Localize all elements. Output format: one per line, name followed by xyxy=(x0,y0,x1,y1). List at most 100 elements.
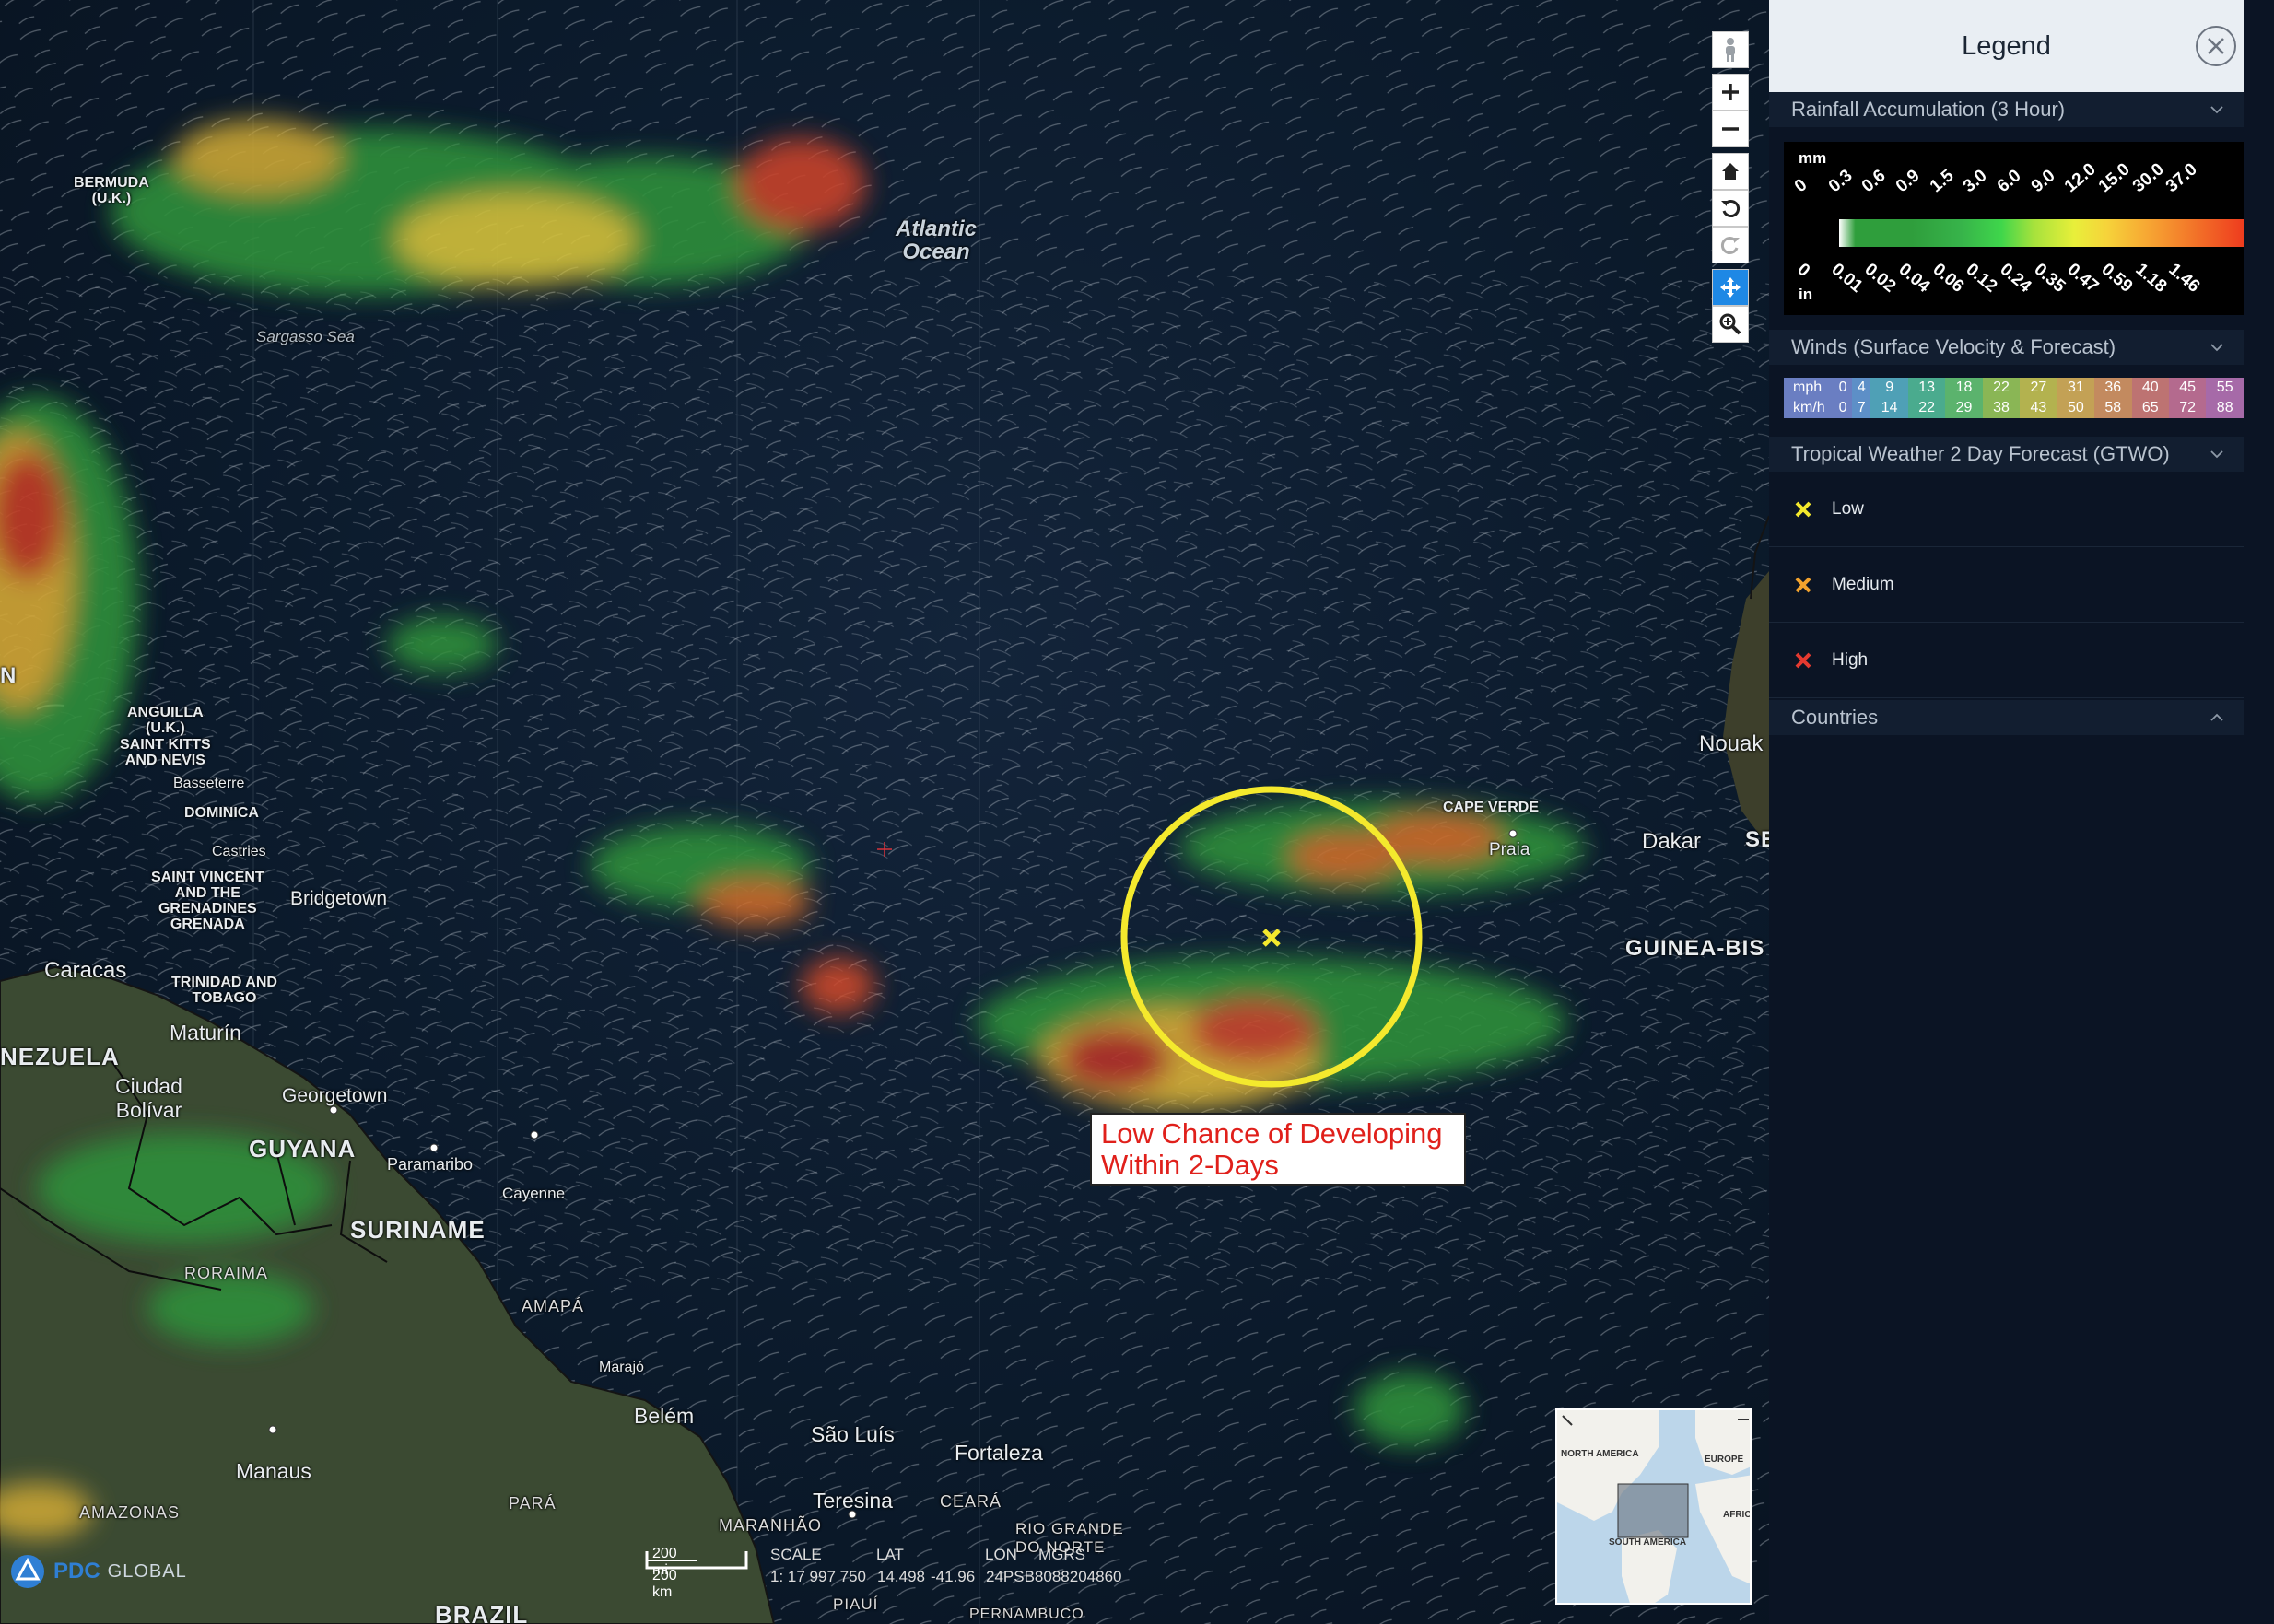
map-label-saint-vincent: SAINT VINCENT AND THE GRENADINES GRENADA xyxy=(151,870,264,932)
rainfall-mm-tick: 0 xyxy=(1790,175,1811,197)
map-label-marajo: Marajó xyxy=(599,1360,644,1375)
map-label-maranhao: MARANHÃO xyxy=(719,1516,823,1535)
rainfall-in-tick: 0 xyxy=(1793,260,1814,281)
map-view[interactable]: Atlantic Ocean BERMUDA (U.K.) Sargasso Se… xyxy=(0,0,1769,1624)
map-label-cayenne: Cayenne xyxy=(502,1185,566,1202)
forecast-annotation: Low Chance of Developing Within 2-Days xyxy=(1090,1113,1466,1186)
wind-mph-cell: 36 xyxy=(2094,378,2132,398)
wind-mph-cell: 55 xyxy=(2206,378,2244,398)
scale-value: 1: 17 997 750 xyxy=(770,1568,866,1585)
map-label-ciudad-bolivar: Ciudad Bolívar xyxy=(115,1074,182,1122)
annotation-line-2: Within 2-Days xyxy=(1101,1149,1279,1181)
zoom-out-icon[interactable] xyxy=(1712,111,1749,147)
home-icon[interactable] xyxy=(1712,153,1749,190)
map-label-sargasso: Sargasso Sea xyxy=(256,328,355,345)
chevron-down-icon xyxy=(2210,344,2223,352)
minimap-label-africa: AFRICA xyxy=(1723,1510,1752,1520)
map-label-suriname: SURINAME xyxy=(350,1216,486,1244)
pegman-icon[interactable] xyxy=(1712,31,1749,68)
x-marker-icon xyxy=(1795,501,1811,517)
map-label-edge: N xyxy=(0,663,18,688)
map-label-piaui: PIAUÍ xyxy=(833,1595,879,1613)
map-label-dominica: DOMINICA xyxy=(184,805,259,821)
wind-kmh-cell: 65 xyxy=(2131,398,2169,418)
rainfall-mm-tick: 6.0 xyxy=(1993,166,2025,197)
map-label-caracas: Caracas xyxy=(44,958,127,983)
minimap-label-sa: SOUTH AMERICA xyxy=(1609,1537,1687,1548)
map-label-guyana: GUYANA xyxy=(249,1135,357,1163)
section-gtwo-header[interactable]: Tropical Weather 2 Day Forecast (GTWO) xyxy=(1769,437,2244,472)
lat-label: LAT xyxy=(876,1546,904,1563)
rainfall-in-tick: 0.02 xyxy=(1860,260,1900,297)
rainfall-mm-tick: 0.6 xyxy=(1858,166,1890,197)
rainfall-in-tick: 0.01 xyxy=(1827,260,1866,297)
rotate-left-icon[interactable] xyxy=(1712,190,1749,227)
map-label-teresina: Teresina xyxy=(813,1489,893,1513)
rainfall-gradient-bar xyxy=(1839,219,2244,247)
rainfall-in-tick: 0.12 xyxy=(1962,260,2001,297)
map-label-guinea-bissau: GUINEA-BIS xyxy=(1625,936,1765,961)
map-label-para: PARÁ xyxy=(509,1494,557,1513)
gtwo-label-medium: Medium xyxy=(1832,574,1894,594)
section-countries-header[interactable]: Countries xyxy=(1769,700,2244,735)
wind-kmh-row: km/h 0 7 14 22 29 38 43 50 58 65 72 88 xyxy=(1784,398,2244,418)
rainfall-color-scale: mm in 0 0.3 0.6 0.9 1.5 3.0 6.0 9.0 12.0 15.0 30.0… xyxy=(1784,142,2244,315)
gtwo-item-low: Low xyxy=(1769,472,2244,547)
wind-mph-cell: 40 xyxy=(2131,378,2169,398)
rainfall-in-tick: 0.59 xyxy=(2097,260,2137,297)
pdc-logo-icon xyxy=(11,1555,44,1588)
x-marker-icon xyxy=(1795,577,1811,592)
close-legend-button[interactable] xyxy=(2196,26,2236,66)
map-label-nouakchott: Nouak xyxy=(1699,731,1764,756)
rainfall-in-tick: 0.35 xyxy=(2030,260,2069,297)
map-label-maturin: Maturín xyxy=(170,1021,241,1045)
overview-minimap[interactable]: NORTH AMERICA EUROPE AFRICA SOUTH AMERIC… xyxy=(1555,1408,1752,1605)
map-toolbar xyxy=(1712,31,1749,343)
pan-icon[interactable] xyxy=(1712,269,1749,306)
minimap-label-europe: EUROPE xyxy=(1705,1455,1744,1465)
rainfall-in-tick: 1.18 xyxy=(2131,260,2170,297)
rainfall-in-tick: 0.47 xyxy=(2063,260,2103,297)
rainfall-mm-tick: 12.0 xyxy=(2061,159,2101,197)
wind-kmh-cell: 43 xyxy=(2020,398,2057,418)
wind-kmh-cell: 22 xyxy=(1907,398,1946,418)
wind-mph-cell: 0 xyxy=(1834,378,1853,398)
wind-mph-cell: 45 xyxy=(2168,378,2207,398)
wind-mph-cell: 18 xyxy=(1945,378,1983,398)
map-label-manaus: Manaus xyxy=(236,1459,311,1483)
map-label-saint-kitts: SAINT KITTS AND NEVIS xyxy=(120,737,211,768)
section-rainfall-title: Rainfall Accumulation (3 Hour) xyxy=(1791,98,2066,121)
map-label-pernambuco: PERNAMBUCO xyxy=(969,1606,1084,1622)
map-label-castries: Castries xyxy=(212,844,266,859)
map-label-fortaleza: Fortaleza xyxy=(955,1441,1043,1465)
map-label-senegal: SE xyxy=(1745,827,1769,852)
wind-kmh-cell: 38 xyxy=(1982,398,2021,418)
wind-mph-cell: 4 xyxy=(1852,378,1871,398)
section-rainfall-header[interactable]: Rainfall Accumulation (3 Hour) xyxy=(1769,92,2244,127)
wind-mph-cell: 27 xyxy=(2020,378,2057,398)
rotate-right-icon[interactable] xyxy=(1712,227,1749,263)
ocean-label: Atlantic Ocean xyxy=(896,216,978,264)
map-label-basseterre: Basseterre xyxy=(173,776,245,791)
legend-body: Rainfall Accumulation (3 Hour) mm in 0 0.… xyxy=(1769,92,2244,735)
brand-sub: GLOBAL xyxy=(107,1560,187,1582)
lon-value: -41.96 xyxy=(931,1568,976,1585)
gtwo-label-low: Low xyxy=(1832,498,1864,519)
section-winds-header[interactable]: Winds (Surface Velocity & Forecast) xyxy=(1769,330,2244,365)
wind-kmh-cell: 7 xyxy=(1852,398,1871,418)
map-label-dakar: Dakar xyxy=(1642,829,1702,854)
zoom-box-icon[interactable] xyxy=(1712,306,1749,343)
lat-value: 14.498 xyxy=(877,1568,925,1585)
zoom-in-icon[interactable] xyxy=(1712,74,1749,111)
map-label-ceara: CEARÁ xyxy=(940,1492,1002,1511)
map-label-paramaribo: Paramaribo xyxy=(387,1155,474,1174)
wind-kmh-cell: 0 xyxy=(1834,398,1853,418)
pdc-global-logo: PDC GLOBAL xyxy=(9,1553,187,1590)
chevron-up-icon xyxy=(2210,713,2223,721)
map-label-amazonas: AMAZONAS xyxy=(79,1503,181,1522)
rainfall-in-tick: 1.46 xyxy=(2164,260,2204,297)
mgrs-value: 24PSB8088204860 xyxy=(986,1568,1122,1585)
rainfall-unit-mm: mm xyxy=(1799,149,1827,167)
gtwo-label-high: High xyxy=(1832,649,1869,670)
map-label-sao-luis: São Luís xyxy=(811,1422,895,1446)
